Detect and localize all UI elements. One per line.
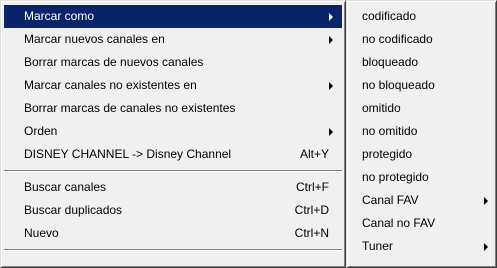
menu-item-label: Buscar canales	[24, 180, 107, 194]
menu-item-marcar-como[interactable]: Marcar como	[4, 5, 342, 28]
menu-item-label: Canal FAV	[362, 193, 419, 207]
submenu-item-protegido[interactable]: protegido	[350, 143, 493, 166]
menu-item-label: no omitido	[362, 124, 418, 138]
menu-separator	[4, 249, 342, 251]
context-menu: Marcar como Marcar nuevos canales en Bor…	[0, 0, 346, 268]
submenu-item-codificado[interactable]: codificado	[350, 5, 493, 28]
submenu-marcar-como: codificado no codificado bloqueado no bl…	[346, 0, 497, 268]
menu-item-nuevo[interactable]: Nuevo Ctrl+N	[4, 222, 342, 245]
menu-item-shortcut: Ctrl+N	[294, 226, 329, 240]
menu-separator	[4, 170, 342, 172]
submenu-item-omitido[interactable]: omitido	[350, 97, 493, 120]
menu-item-orden[interactable]: Orden	[4, 120, 342, 143]
submenu-item-canal-no-fav[interactable]: Canal no FAV	[350, 212, 493, 235]
submenu-arrow-icon	[329, 36, 333, 44]
menu-item-label: Tuner	[362, 239, 393, 253]
submenu-arrow-icon	[329, 13, 333, 21]
submenu-item-canal-fav[interactable]: Canal FAV	[350, 189, 493, 212]
menu-item-label: Nuevo	[24, 226, 59, 240]
menu-item-label: no bloqueado	[362, 78, 435, 92]
menu-item-label: no protegido	[362, 170, 429, 184]
submenu-item-no-codificado[interactable]: no codificado	[350, 28, 493, 51]
submenu-item-no-bloqueado[interactable]: no bloqueado	[350, 74, 493, 97]
menu-item-buscar-canales[interactable]: Buscar canales Ctrl+F	[4, 176, 342, 199]
menu-item-label: no codificado	[362, 32, 433, 46]
menu-item-label: Canal no FAV	[362, 216, 436, 230]
menu-item-label: protegido	[362, 147, 413, 161]
menu-item-label: omitido	[362, 101, 401, 115]
submenu-item-no-protegido[interactable]: no protegido	[350, 166, 493, 189]
menu-item-label: Marcar nuevos canales en	[24, 32, 165, 46]
menu-item-label: DISNEY CHANNEL -> Disney Channel	[24, 147, 232, 161]
menu-item-label: Orden	[24, 124, 58, 138]
menu-item-label: bloqueado	[362, 55, 419, 69]
menu-item-label: Borrar marcas de canales no existentes	[24, 101, 236, 115]
menu-item-label: Borrar marcas de nuevos canales	[24, 55, 204, 69]
submenu-arrow-icon	[484, 197, 488, 205]
submenu-arrow-icon	[329, 82, 333, 90]
menu-item-label: codificado	[362, 9, 417, 23]
menu-item-label: Marcar como	[24, 9, 95, 23]
submenu-item-bloqueado[interactable]: bloqueado	[350, 51, 493, 74]
menu-item-marcar-nuevos-canales[interactable]: Marcar nuevos canales en	[4, 28, 342, 51]
menu-item-shortcut: Ctrl+D	[294, 203, 329, 217]
menu-item-shortcut: Ctrl+F	[296, 180, 329, 194]
menu-item-shortcut: Alt+Y	[299, 147, 329, 161]
menu-item-buscar-duplicados[interactable]: Buscar duplicados Ctrl+D	[4, 199, 342, 222]
menu-item-marcar-no-existentes[interactable]: Marcar canales no existentes en	[4, 74, 342, 97]
menu-item-label: Marcar canales no existentes en	[24, 78, 197, 92]
submenu-arrow-icon	[329, 128, 333, 136]
menu-item-label: Buscar duplicados	[24, 203, 123, 217]
submenu-item-tuner[interactable]: Tuner	[350, 235, 493, 258]
submenu-item-no-omitido[interactable]: no omitido	[350, 120, 493, 143]
menu-item-rename-channel[interactable]: DISNEY CHANNEL -> Disney Channel Alt+Y	[4, 143, 342, 166]
submenu-arrow-icon	[484, 243, 488, 251]
menu-item-borrar-marcas-no-existentes[interactable]: Borrar marcas de canales no existentes	[4, 97, 342, 120]
menu-item-borrar-marcas-nuevos[interactable]: Borrar marcas de nuevos canales	[4, 51, 342, 74]
